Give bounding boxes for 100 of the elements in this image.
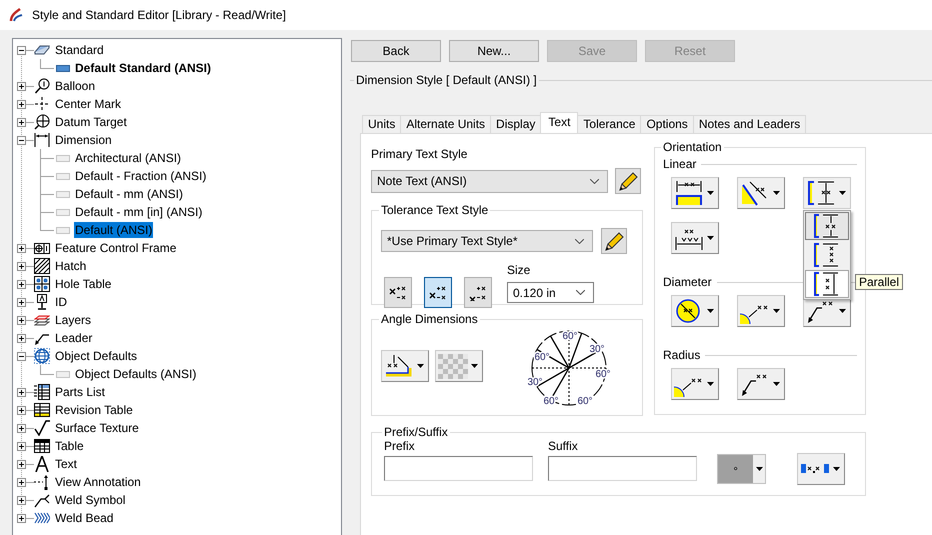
menu-item[interactable] <box>805 212 849 240</box>
tree-item[interactable]: Weld Bead <box>54 510 114 526</box>
tolerance-stack-icon <box>389 284 407 300</box>
caret-icon <box>773 382 780 386</box>
expand-toggle[interactable] <box>17 442 26 450</box>
fill-pattern-button[interactable] <box>435 350 483 382</box>
tree-item[interactable]: Default Standard (ANSI) <box>74 60 212 76</box>
tab[interactable]: Text <box>540 112 578 133</box>
expand-toggle[interactable] <box>17 244 26 252</box>
stack-format-button[interactable] <box>424 277 452 308</box>
caret-icon <box>756 467 762 471</box>
tree-item[interactable]: Default (ANSI) <box>74 222 154 238</box>
orientation-button[interactable] <box>671 177 719 209</box>
tree-item[interactable]: Default - Fraction (ANSI) <box>74 168 208 184</box>
orientation-button[interactable] <box>737 295 785 327</box>
tree-item[interactable]: Center Mark <box>54 96 122 112</box>
stack-format-button[interactable] <box>384 277 412 308</box>
tree-item[interactable]: Architectural (ANSI) <box>74 150 182 166</box>
tree-item[interactable]: Parts List <box>54 384 106 400</box>
section-title: Linear <box>663 157 696 171</box>
text-field[interactable] <box>384 456 533 481</box>
tree-item[interactable]: Text <box>54 456 78 472</box>
expand-toggle[interactable] <box>17 280 26 288</box>
frame-icon <box>34 240 50 256</box>
expand-toggle[interactable] <box>17 334 26 342</box>
orientation-button[interactable] <box>671 295 719 327</box>
dropdown[interactable]: *Use Primary Text Style* <box>381 230 593 252</box>
tree-item[interactable]: Default - mm [in] (ANSI) <box>74 204 204 220</box>
tree-item[interactable]: Object Defaults (ANSI) <box>74 366 198 382</box>
caret-icon <box>471 364 478 368</box>
field-label: Prefix <box>384 439 416 453</box>
expand-toggle[interactable] <box>17 136 26 144</box>
dropdown[interactable]: 0.120 in <box>507 282 594 303</box>
text-field[interactable] <box>548 456 697 481</box>
tree-item[interactable]: Hatch <box>54 258 88 274</box>
style-swatch-icon <box>56 172 70 180</box>
edit-button[interactable] <box>601 228 627 254</box>
group-title: Dimension Style [ Default (ANSI) ] <box>356 73 537 87</box>
tree-item[interactable]: Balloon <box>54 78 96 94</box>
expand-toggle[interactable] <box>17 262 26 270</box>
tree-item[interactable]: Dimension <box>54 132 113 148</box>
menu-item[interactable] <box>805 270 849 298</box>
tree-item[interactable]: ID <box>54 294 68 310</box>
expand-toggle[interactable] <box>17 424 26 432</box>
weld-icon <box>34 492 50 508</box>
expand-toggle[interactable] <box>17 406 26 414</box>
check-mark-icon <box>34 420 50 436</box>
orientation-button[interactable] <box>671 222 719 254</box>
tree-item[interactable]: Default - mm (ANSI) <box>74 186 184 202</box>
tree-item[interactable]: Leader <box>54 330 94 346</box>
orientation-button[interactable] <box>671 368 719 400</box>
balloon-icon <box>34 78 50 94</box>
style-swatch-icon <box>56 370 70 378</box>
tree-item[interactable]: Layers <box>54 312 92 328</box>
text-format-button[interactable] <box>797 453 845 485</box>
tree-item[interactable]: Table <box>54 438 85 454</box>
tab[interactable]: Units <box>362 115 402 133</box>
tree-item[interactable]: Object Defaults <box>54 348 138 364</box>
angle-style-button[interactable] <box>381 350 429 382</box>
orientation-button[interactable] <box>737 177 785 209</box>
tree-item[interactable]: Datum Target <box>54 114 128 130</box>
angle-label: 60° <box>562 331 578 342</box>
orientation-button[interactable] <box>803 177 851 209</box>
expand-toggle[interactable] <box>17 514 26 522</box>
text-style-icon <box>34 456 50 472</box>
tree-item[interactable]: View Annotation <box>54 474 142 490</box>
expand-toggle[interactable] <box>17 100 26 108</box>
symbol-dropdown[interactable]: ∘ <box>717 454 766 484</box>
style-swatch-icon <box>56 226 70 234</box>
tree-item[interactable]: Revision Table <box>54 402 134 418</box>
stack-format-button[interactable] <box>464 277 492 308</box>
expand-toggle[interactable] <box>17 478 26 486</box>
expand-toggle[interactable] <box>17 352 26 360</box>
tooltip: Parallel <box>855 274 904 290</box>
tree-item[interactable]: Surface Texture <box>54 420 140 436</box>
toolbar-button[interactable]: Back <box>351 40 441 62</box>
style-swatch-icon <box>56 208 70 216</box>
toolbar-button[interactable]: New... <box>449 40 539 62</box>
expand-toggle[interactable] <box>17 316 26 324</box>
horizontal-dimension-icon <box>674 180 704 206</box>
tree-item[interactable]: Feature Control Frame <box>54 240 178 256</box>
tolerance-stack-icon <box>429 284 447 300</box>
tree-item[interactable]: Hole Table <box>54 276 112 292</box>
view-annotation-icon <box>34 474 50 490</box>
expand-toggle[interactable] <box>17 46 26 54</box>
orientation-button[interactable] <box>737 368 785 400</box>
dropdown[interactable]: Note Text (ANSI) <box>371 170 608 192</box>
vertical-dimension-icon <box>806 180 836 206</box>
expand-toggle[interactable] <box>17 496 26 504</box>
tab[interactable]: Options <box>640 115 694 133</box>
tree-item[interactable]: Weld Symbol <box>54 492 126 508</box>
tab[interactable]: Notes and Leaders <box>692 115 806 133</box>
tree-item[interactable]: Standard <box>54 42 105 58</box>
expand-toggle[interactable] <box>17 388 26 396</box>
expand-toggle[interactable] <box>17 118 26 126</box>
edit-button[interactable] <box>615 168 641 194</box>
expand-toggle[interactable] <box>17 460 26 468</box>
expand-toggle[interactable] <box>17 298 26 306</box>
expand-toggle[interactable] <box>17 82 26 90</box>
tab[interactable]: Display <box>490 115 542 133</box>
